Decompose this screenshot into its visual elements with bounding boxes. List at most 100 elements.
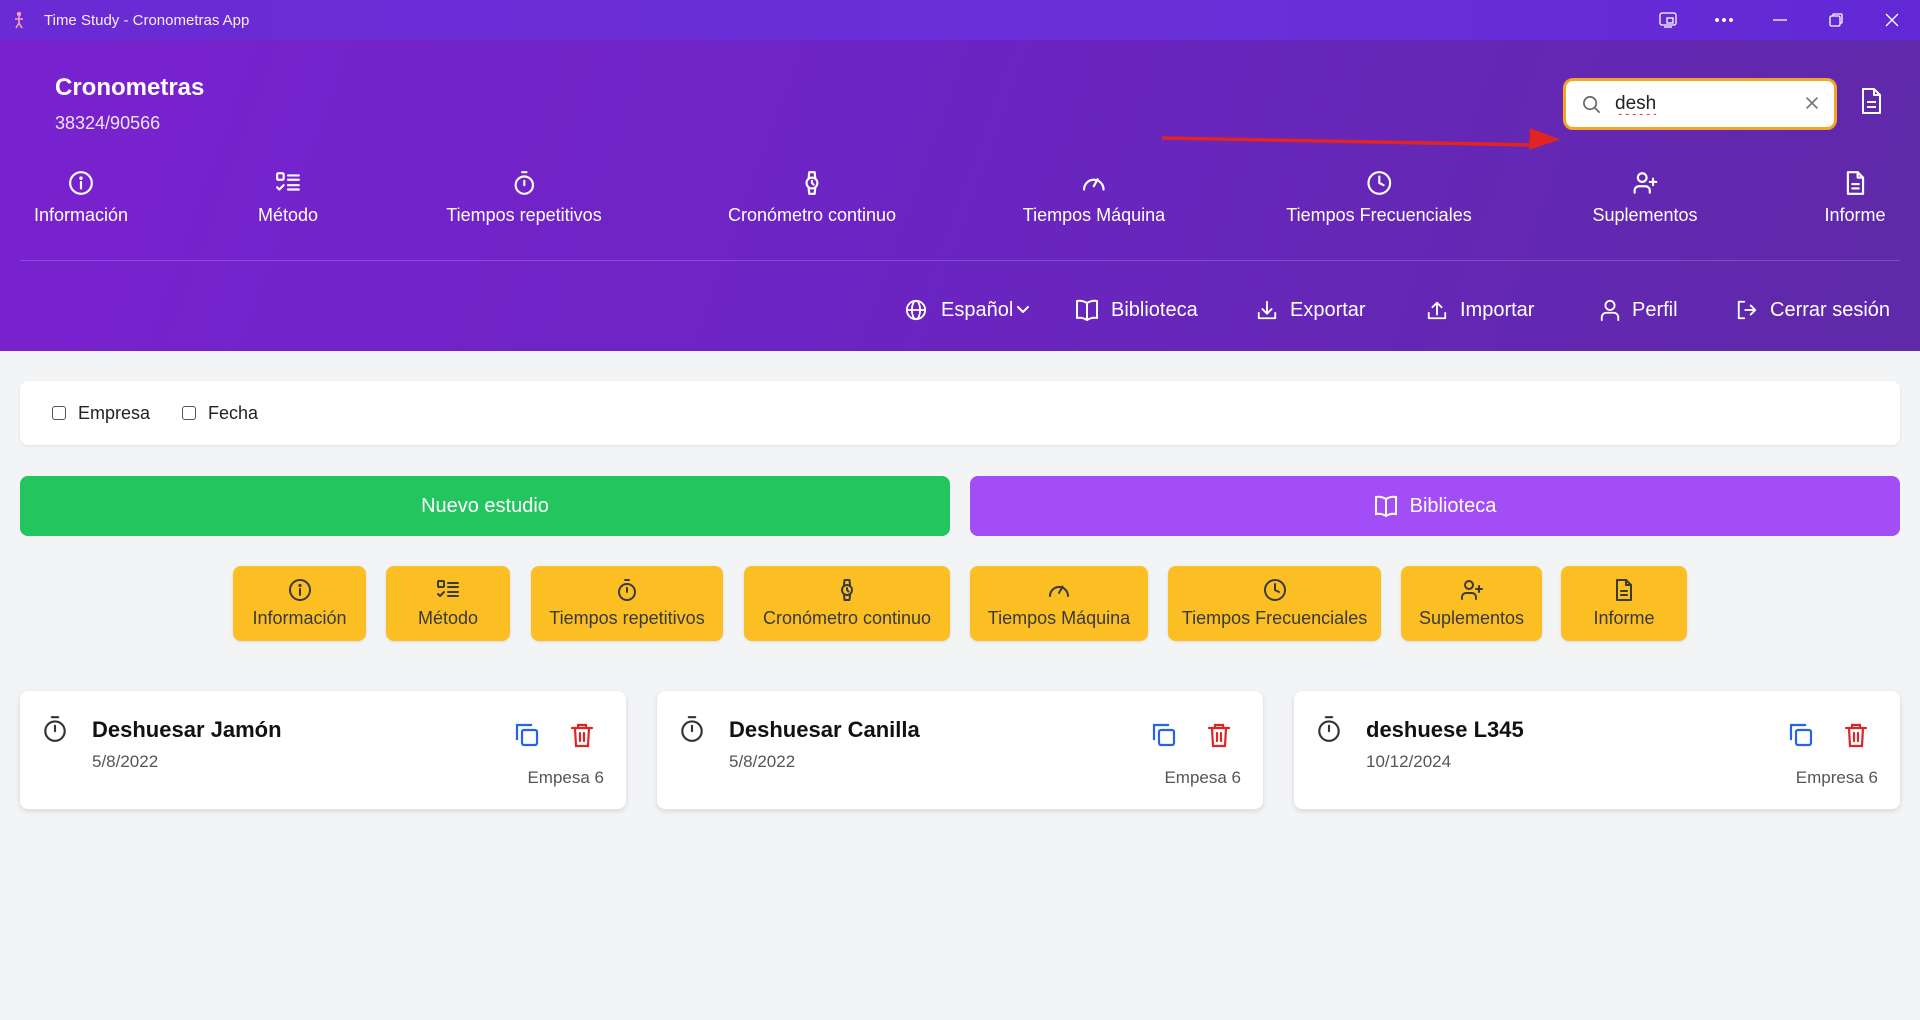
library-button[interactable]: Biblioteca [970,476,1900,536]
new-study-button[interactable]: Nuevo estudio [20,476,950,536]
nav-informacion[interactable]: Información [34,170,128,226]
study-card[interactable]: Deshuesar Jamón 5/8/2022 Empesa 6 [20,691,626,809]
logout-label: Cerrar sesión [1770,298,1891,321]
nav-label: Informe [1824,205,1886,225]
module-cronometro-continuo-button[interactable]: Cronómetro continuo [744,566,950,641]
header-toolbar: Español Biblioteca Exportar Importar Per… [0,292,1920,332]
nav-tiempos-maquina[interactable]: Tiempos Máquina [1023,170,1165,226]
module-tiempos-maquina-button[interactable]: Tiempos Máquina [970,566,1148,641]
nav-informe[interactable]: Informe [1824,170,1886,226]
timer-icon [514,171,534,195]
study-card[interactable]: Deshuesar Canilla 5/8/2022 Empesa 6 [657,691,1263,809]
export-button[interactable]: Exportar [1256,292,1366,328]
filter-bar: Empresa Fecha [20,381,1900,445]
trash-icon[interactable] [1207,722,1231,753]
globe-icon [905,299,927,321]
nav-label: Cronómetro continuo [727,205,897,225]
document-icon [1846,171,1864,195]
logout-button[interactable]: Cerrar sesión [1736,292,1890,328]
clear-search-icon[interactable] [1804,95,1820,111]
study-date: 5/8/2022 [729,752,796,771]
profile-button[interactable]: Perfil [1600,292,1678,328]
cast-icon[interactable] [1640,0,1696,40]
nav-tiempos-frecuenciales[interactable]: Tiempos Frecuenciales [1286,170,1472,226]
module-tiempos-repetitivos-button[interactable]: Tiempos repetitivos [531,566,723,641]
copy-icon[interactable] [1151,722,1177,753]
nav-label: Suplementos [1592,205,1698,225]
module-label: Tiempos Frecuenciales [1181,608,1368,628]
user-plus-icon [1633,172,1657,194]
module-suplementos-button[interactable]: Suplementos [1401,566,1542,641]
upload-icon [1427,301,1447,320]
trash-icon[interactable] [570,722,594,753]
annotation-arrow-icon [1160,126,1565,157]
nav-tiempos-repetitivos[interactable]: Tiempos repetitivos [446,170,602,226]
study-date: 10/12/2024 [1366,752,1452,771]
new-study-label: Nuevo estudio [421,494,549,517]
app-header: Cronometras 38324/90566 Información Méto… [0,40,1920,351]
filter-date-checkbox[interactable]: Fecha [170,403,258,424]
user-plus-icon [1460,580,1483,600]
nav-metodo[interactable]: Método [258,170,318,226]
book-icon [1374,495,1397,517]
restore-icon[interactable] [1808,0,1864,40]
minimize-icon[interactable] [1752,0,1808,40]
gauge-icon [1083,178,1105,191]
trash-icon[interactable] [1844,722,1868,753]
study-company: Empesa 6 [1164,768,1241,787]
module-informe-button[interactable]: Informe [1561,566,1687,641]
nav-suplementos[interactable]: Suplementos [1592,170,1698,226]
main-nav: Información Método Tiempos repetitivos C… [0,170,1920,270]
window-title: Time Study - Cronometras App [44,11,250,29]
study-title: Deshuesar Canilla [729,717,920,742]
close-icon[interactable] [1864,0,1920,40]
search-input[interactable] [1615,93,1785,115]
info-icon [69,171,93,195]
search-icon [1582,95,1601,114]
search-box[interactable] [1563,78,1837,130]
title-bar: Time Study - Cronometras App [0,0,1920,40]
library-label: Biblioteca [1111,298,1198,321]
module-label: Método [417,608,479,628]
watch-icon [805,171,819,195]
study-date: 5/8/2022 [92,752,159,771]
study-company: Empresa 6 [1795,768,1878,787]
import-label: Importar [1460,298,1535,321]
language-selector[interactable]: Español [905,292,1030,328]
header-divider [20,260,1900,261]
timer-icon [42,715,68,748]
gauge-icon [1049,585,1069,597]
nav-label: Información [33,205,129,225]
profile-label: Perfil [1632,298,1678,321]
chevron-down-icon [1017,306,1030,313]
watch-icon [841,579,853,601]
copy-icon[interactable] [514,722,540,753]
study-title: deshuese L345 [1366,717,1524,742]
copy-icon[interactable] [1788,722,1814,753]
library-link[interactable]: Biblioteca [1075,292,1198,328]
timer-icon [618,579,636,601]
document-icon [1616,579,1632,601]
document-icon[interactable] [1860,88,1882,119]
list-check-icon [276,172,300,191]
logout-icon [1737,300,1757,320]
module-informacion-button[interactable]: Información [233,566,366,641]
checkbox[interactable] [182,406,197,420]
list-check-icon [437,580,459,597]
module-label: Tiempos Máquina [987,608,1131,628]
import-button[interactable]: Importar [1426,292,1534,328]
language-label: Español [941,298,1014,321]
study-card[interactable]: deshuese L345 10/12/2024 Empresa 6 [1294,691,1900,809]
brand-title: Cronometras [55,74,205,101]
module-metodo-button[interactable]: Método [386,566,510,641]
filter-company-checkbox[interactable]: Empresa [40,403,150,424]
filter-date-label: Fecha [208,402,259,423]
nav-label: Tiempos Frecuenciales [1286,205,1472,225]
nav-cronometro-continuo[interactable]: Cronómetro continuo [728,170,896,226]
module-tiempos-frecuenciales-button[interactable]: Tiempos Frecuenciales [1168,566,1381,641]
checkbox[interactable] [52,406,66,420]
nav-label: Método [257,205,319,225]
book-icon [1076,299,1098,321]
more-options-icon[interactable] [1696,0,1752,40]
user-icon [1600,299,1620,321]
